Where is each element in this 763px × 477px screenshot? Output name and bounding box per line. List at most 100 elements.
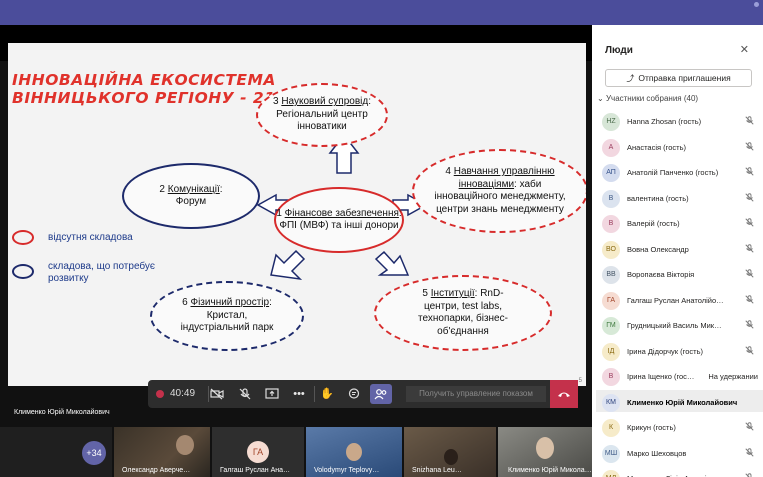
mic-off-icon[interactable] bbox=[234, 384, 256, 404]
participant-name: Крикун (гость) bbox=[627, 423, 676, 432]
avatar: КМ bbox=[602, 393, 620, 412]
participant-name: Hanna Zhosan (гость) bbox=[627, 117, 702, 126]
send-invite-label: Отправка приглашения bbox=[638, 73, 731, 83]
thumb-participant-1[interactable]: Олександр Аверче… bbox=[114, 427, 210, 477]
thumb-participant-4[interactable]: Snizhana Leu… bbox=[404, 427, 496, 477]
avatar: ВО bbox=[602, 240, 620, 259]
oval-3-num: 3 bbox=[272, 96, 279, 108]
mic-muted-icon bbox=[745, 320, 754, 331]
oval-5-title: Інституції bbox=[430, 288, 475, 299]
mic-muted-icon bbox=[745, 269, 754, 280]
meeting-control-bar: 40:49 ••• ✋ Получить управление показом bbox=[148, 380, 576, 408]
oval-4-num: 4 bbox=[445, 166, 451, 177]
on-hold-status: На удержании bbox=[708, 372, 758, 381]
oval-innovation-training: 4 Навчання управлінню інноваціями: хаби … bbox=[412, 149, 586, 233]
oval-6-title: Фізичний простір bbox=[190, 297, 270, 309]
participant-row[interactable]: АП Анатолій Панченко (гость) bbox=[602, 160, 758, 182]
mic-muted-icon bbox=[745, 345, 754, 357]
participant-video-icon bbox=[444, 449, 458, 465]
legend-blue-label: складова, що потребує розвитку bbox=[48, 261, 156, 284]
participant-row[interactable]: А Анастасія (гость) bbox=[602, 135, 758, 157]
active-speaker-name: Клименко Юрій Миколайович bbox=[14, 409, 110, 416]
legend-blue-marker bbox=[12, 264, 34, 279]
thumb-overflow[interactable]: +34 bbox=[0, 427, 112, 477]
legend-red-label: відсутня складова bbox=[48, 232, 133, 243]
avatar: В bbox=[602, 189, 620, 208]
oval-institutions: 5 Інституції: RnD-центри, test labs, тех… bbox=[374, 275, 552, 351]
participant-row[interactable]: HZ Hanna Zhosan (гость) bbox=[602, 109, 758, 131]
title-bar-dot bbox=[754, 2, 759, 7]
mic-muted-icon bbox=[745, 447, 754, 459]
avatar: МЛ bbox=[602, 470, 620, 477]
share-screen-icon[interactable] bbox=[261, 384, 283, 404]
chevron-down-icon: ⌄ bbox=[597, 94, 604, 103]
raise-hand-icon[interactable]: ✋ bbox=[316, 384, 338, 404]
oval-center-title: Фінансове забезпечення bbox=[284, 207, 399, 219]
camera-off-icon[interactable] bbox=[206, 384, 228, 404]
mic-muted-icon bbox=[745, 141, 754, 153]
oval-3-title: Науковий супровід bbox=[281, 96, 369, 108]
thumb-avatar-2: ГА bbox=[247, 441, 269, 463]
participants-icon[interactable] bbox=[370, 384, 392, 404]
avatar: А bbox=[602, 138, 620, 157]
close-icon[interactable]: ✕ bbox=[740, 43, 749, 56]
mic-muted-icon bbox=[745, 294, 754, 306]
participant-row[interactable]: К Крикун (гость) bbox=[602, 415, 758, 437]
participant-name: Анатолій Панченко (гость) bbox=[627, 168, 719, 177]
thumb-participant-5[interactable]: Клименко Юрій Микола… bbox=[498, 427, 592, 477]
participant-name: Клименко Юрій Миколайович bbox=[627, 397, 738, 407]
oval-5-num: 5 bbox=[422, 288, 428, 299]
oval-communications: 2 Комунікації: Форум bbox=[122, 163, 260, 229]
participant-name: Ірина Дідорчук (гость) bbox=[627, 346, 703, 356]
avatar: HZ bbox=[602, 113, 620, 131]
participant-row[interactable]: ВВ Воропаєва Вікторія bbox=[602, 262, 758, 284]
thumb-participant-3[interactable]: Volodymyr Teplovy… bbox=[306, 427, 402, 477]
legend-red-marker bbox=[12, 230, 34, 245]
participants-section-header[interactable]: ⌄ Участники собрания (40) bbox=[597, 94, 698, 103]
oval-6-num: 6 bbox=[182, 297, 188, 309]
avatar: МШ bbox=[602, 444, 620, 463]
oval-science: 3 Науковий супровід: Регіональний центр … bbox=[256, 83, 388, 147]
participant-name: Вовна Олександр bbox=[627, 244, 689, 254]
share-link-icon: ⤴ bbox=[626, 74, 635, 83]
oval-2-title: Комунікації bbox=[167, 183, 220, 195]
thumb-name-5: Клименко Юрій Микола… bbox=[508, 467, 592, 474]
participant-row[interactable]: ГА Галгаш Руслан Анатолійо… bbox=[602, 288, 758, 310]
take-control-button[interactable]: Получить управление показом bbox=[406, 386, 546, 402]
more-options-icon[interactable]: ••• bbox=[288, 384, 310, 404]
oval-physical-space: 6 Фізичний простір: Кристал, індустріаль… bbox=[150, 281, 304, 351]
send-invite-button[interactable]: ⤴ Отправка приглашения bbox=[605, 69, 752, 87]
mic-muted-icon bbox=[745, 243, 754, 255]
mic-muted-icon bbox=[745, 116, 754, 127]
chat-icon[interactable] bbox=[343, 384, 365, 404]
participant-name: Галгаш Руслан Анатолійо… bbox=[627, 295, 724, 305]
people-panel: Люди ✕ ⤴ Отправка приглашения ⌄ Участники… bbox=[592, 25, 763, 477]
participant-row[interactable]: ВО Вовна Олександр bbox=[602, 237, 758, 259]
participant-row[interactable]: ГМ Грудницький Василь Мик… bbox=[602, 313, 758, 335]
mic-muted-icon bbox=[745, 192, 754, 204]
thumb-name-3: Volodymyr Teplovy… bbox=[314, 467, 380, 474]
hang-up-button[interactable] bbox=[550, 380, 578, 408]
thumb-name-4: Snizhana Leu… bbox=[412, 467, 462, 474]
thumb-name-1: Олександр Аверче… bbox=[122, 467, 191, 474]
participant-row[interactable]: Ввалентина (гость) bbox=[602, 186, 758, 208]
overflow-count[interactable]: +34 bbox=[82, 441, 106, 465]
avatar: ГА bbox=[602, 291, 620, 310]
participant-row[interactable]: МШ Марко Шеховцов bbox=[602, 441, 758, 463]
participant-row[interactable]: В Валерій (гость) bbox=[602, 211, 758, 233]
participant-thumbnails: +34 Олександр Аверче… ГА Галгаш Руслан А… bbox=[0, 427, 592, 477]
participant-name: Грудницький Василь Мик… bbox=[627, 321, 722, 330]
participant-row[interactable]: В Ірина Іщенко (гос… На удержании bbox=[602, 364, 758, 386]
avatar: К bbox=[602, 419, 620, 437]
participant-name: Анастасія (гость) bbox=[627, 142, 686, 152]
slide-page-number: 5 bbox=[578, 378, 582, 384]
mic-muted-icon bbox=[745, 473, 754, 477]
thumb-participant-2[interactable]: ГА Галгаш Руслан Ана… bbox=[212, 427, 304, 477]
participant-row[interactable]: ІД Ірина Дідорчук (гость) bbox=[602, 339, 758, 361]
participant-row[interactable]: МЛМарценюк Лідія Антолівна bbox=[602, 466, 758, 477]
arrow-down-left bbox=[270, 249, 306, 281]
oval-2-num: 2 bbox=[159, 183, 165, 195]
participant-name: Ірина Іщенко (гос… bbox=[627, 372, 695, 381]
thumb-name-2: Галгаш Руслан Ана… bbox=[220, 467, 291, 474]
participant-row[interactable]: КМ Клименко Юрій Миколайович bbox=[596, 389, 763, 412]
